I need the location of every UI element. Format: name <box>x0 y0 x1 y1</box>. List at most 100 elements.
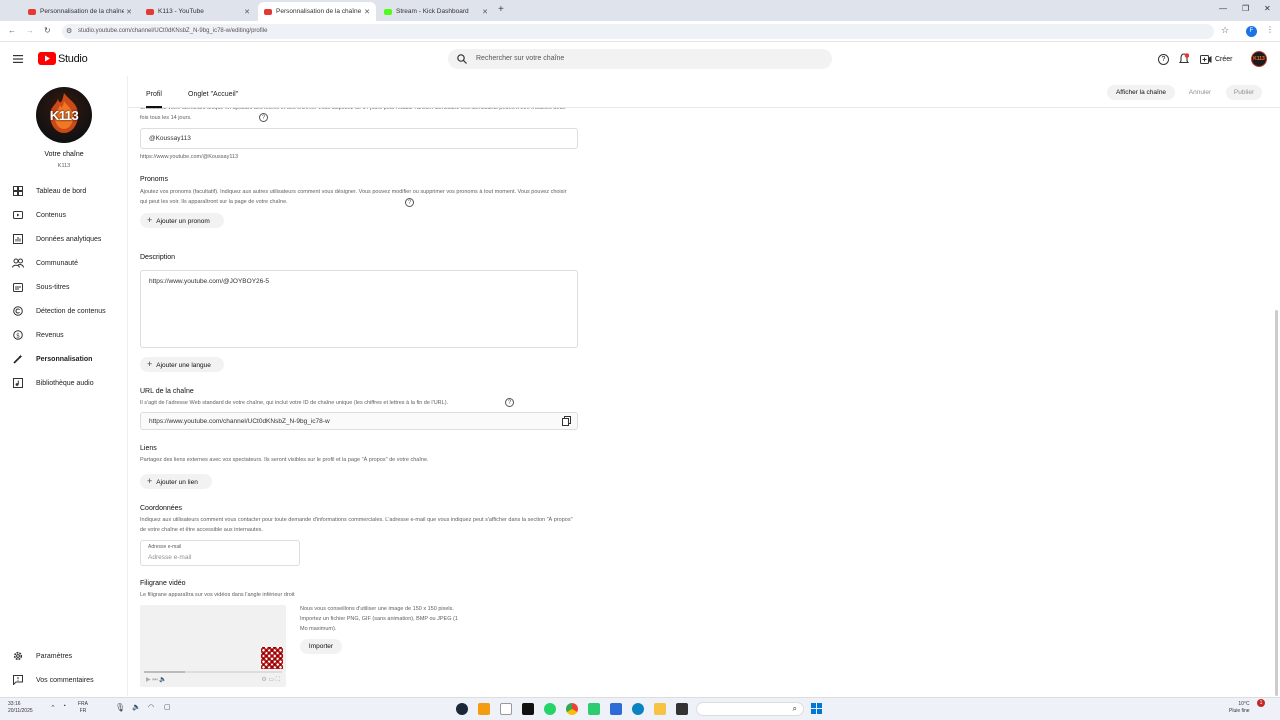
sidebar-item-analytics[interactable]: Données analytiques <box>0 228 128 250</box>
sidebar-item-earn[interactable]: $ Revenus <box>0 324 128 346</box>
file-explorer-icon[interactable] <box>654 703 666 715</box>
edge-icon[interactable] <box>632 703 644 715</box>
sidebar-item-audio-library[interactable]: Bibliothèque audio <box>0 372 128 394</box>
tab-home[interactable]: Onglet "Accueil" <box>188 76 238 108</box>
taskbar-clock[interactable]: 33:16 20/11/2025 <box>8 701 33 715</box>
customization-icon <box>12 353 24 365</box>
money-icon: $ <box>12 329 24 341</box>
bookmark-star-icon[interactable]: ☆ <box>1221 25 1229 36</box>
email-placeholder: Adresse e-mail <box>148 554 192 561</box>
close-tab-icon[interactable]: ✕ <box>124 8 134 16</box>
account-avatar[interactable]: K113 <box>1251 51 1267 67</box>
help-icon[interactable]: ? <box>1158 54 1169 65</box>
browser-tab[interactable]: Personnalisation de la chaîne ✕ <box>22 2 138 21</box>
close-tab-icon[interactable]: ✕ <box>480 8 490 16</box>
app-a-icon[interactable] <box>500 703 512 715</box>
channel-url-field: https://www.youtube.com/channel/UCt0dKNs… <box>140 412 578 430</box>
copy-icon[interactable] <box>562 416 571 426</box>
sidebar-item-copyright[interactable]: Détection de contenus <box>0 300 128 322</box>
sidebar-item-community[interactable]: Communauté <box>0 252 128 274</box>
app-green-icon[interactable] <box>588 703 600 715</box>
sidebar-item-subtitles[interactable]: Sous-titres <box>0 276 128 298</box>
description-title: Description <box>140 254 176 261</box>
sidebar-item-dashboard[interactable]: Tableau de bord <box>0 180 128 202</box>
sidebar-item-label: Sous-titres <box>36 283 70 291</box>
browser-tab[interactable]: Stream - Kick Dashboard ✕ <box>378 2 494 21</box>
plus-icon: + <box>147 476 153 486</box>
weather-description: Pluie fine <box>1229 708 1250 714</box>
search-input[interactable]: Rechercher sur votre chaîne <box>448 49 832 69</box>
copyright-icon <box>12 305 24 317</box>
subtitles-icon <box>12 281 24 293</box>
network-icon[interactable]: ◔ <box>62 703 66 710</box>
channel-avatar[interactable]: K113 <box>36 87 92 143</box>
browser-tab[interactable]: K113 - YouTube ✕ <box>140 2 256 21</box>
description-textarea[interactable]: https://www.youtube.com/@JOYBOY26-5 <box>140 270 578 348</box>
publish-button[interactable]: Publier <box>1226 85 1262 100</box>
url-field[interactable]: ⚙ studio.youtube.com/channel/UCt0dKNsbZ_… <box>62 24 1214 39</box>
sidebar-item-label: Bibliothèque audio <box>36 379 94 387</box>
scrollbar[interactable] <box>1275 310 1278 696</box>
browser-menu-icon[interactable]: ⋮ <box>1266 25 1274 34</box>
add-pronoun-button[interactable]: + Ajouter un pronom <box>140 213 224 228</box>
sidebar-item-label: Paramètres <box>36 652 73 660</box>
back-icon[interactable]: ← <box>8 26 16 35</box>
close-tab-icon[interactable]: ✕ <box>362 8 372 16</box>
add-language-button[interactable]: + Ajouter une langue <box>140 357 224 372</box>
hamburger-menu-icon[interactable] <box>13 55 23 63</box>
steam-icon[interactable] <box>456 703 468 715</box>
close-window-icon[interactable]: ✕ <box>1264 4 1271 13</box>
chrome-icon[interactable] <box>566 703 578 715</box>
app-orange-icon[interactable] <box>478 703 490 715</box>
view-channel-button[interactable]: Afficher la chaîne <box>1107 85 1175 100</box>
weather-widget[interactable]: 10°C Pluie fine <box>1229 701 1250 715</box>
create-video-icon <box>1200 54 1212 64</box>
new-tab-icon[interactable]: + <box>498 4 504 15</box>
app-dark-icon[interactable] <box>676 703 688 715</box>
capcut-icon[interactable] <box>522 703 534 715</box>
import-button[interactable]: Importer <box>300 639 342 654</box>
sidebar-item-content[interactable]: Contenus <box>0 204 128 226</box>
channel-avatar-text: K113 <box>49 107 79 123</box>
help-icon[interactable]: ? <box>405 198 414 207</box>
volume-icon[interactable]: 🔈 <box>132 703 141 711</box>
forward-icon[interactable]: → <box>26 26 34 35</box>
site-info-icon[interactable]: ⚙ <box>66 24 72 39</box>
help-icon[interactable]: ? <box>259 113 268 122</box>
audio-library-icon <box>12 377 24 389</box>
sidebar-item-customization[interactable]: Personnalisation <box>0 348 128 370</box>
email-field[interactable]: Adresse e-mail Adresse e-mail <box>140 540 300 566</box>
notifications-icon[interactable] <box>1179 53 1189 65</box>
player-progress-bar <box>144 671 282 673</box>
sidebar-item-settings[interactable]: Paramètres <box>0 645 128 667</box>
close-tab-icon[interactable]: ✕ <box>242 8 252 16</box>
app-blue-icon[interactable] <box>610 703 622 715</box>
create-button[interactable]: Créer <box>1200 52 1233 66</box>
browser-tab-active[interactable]: Personnalisation de la chaîne ✕ <box>258 2 376 21</box>
taskbar-search-input[interactable]: ⌕ <box>696 702 804 716</box>
sidebar-item-feedback[interactable]: Vos commentaires <box>0 669 128 691</box>
clipboard-icon[interactable]: ▢ <box>164 703 171 711</box>
microphone-icon[interactable]: 🎙 <box>115 703 125 712</box>
restore-icon[interactable]: ❐ <box>1242 4 1249 13</box>
player-controls-icon: ⚙ ▭ ⛶ <box>261 677 280 683</box>
profile-avatar-icon[interactable]: F <box>1246 26 1257 37</box>
search-icon: ⌕ <box>792 704 797 713</box>
feedback-icon <box>12 674 24 686</box>
minimize-icon[interactable]: — <box>1219 4 1227 13</box>
wifi-icon[interactable]: ◠ <box>148 703 154 711</box>
reload-icon[interactable]: ↻ <box>44 26 51 35</box>
studio-logo[interactable]: Studio <box>38 52 88 65</box>
help-icon[interactable]: ? <box>505 398 514 407</box>
add-link-button[interactable]: + Ajouter un lien <box>140 474 212 489</box>
tab-profile[interactable]: Profil <box>146 76 162 108</box>
show-hidden-icons-icon[interactable]: ⌃ <box>50 704 56 712</box>
windows-start-icon[interactable] <box>811 703 822 714</box>
cancel-button[interactable]: Annuler <box>1182 85 1218 100</box>
language-indicator[interactable]: FRA FR <box>78 701 88 715</box>
notification-badge[interactable]: 1 <box>1257 699 1265 707</box>
contact-description: Indiquez aux utilisateurs comment vous c… <box>140 517 573 533</box>
community-icon <box>12 257 24 269</box>
handle-field[interactable]: @Koussay113 <box>140 128 578 149</box>
whatsapp-icon[interactable] <box>544 703 556 715</box>
